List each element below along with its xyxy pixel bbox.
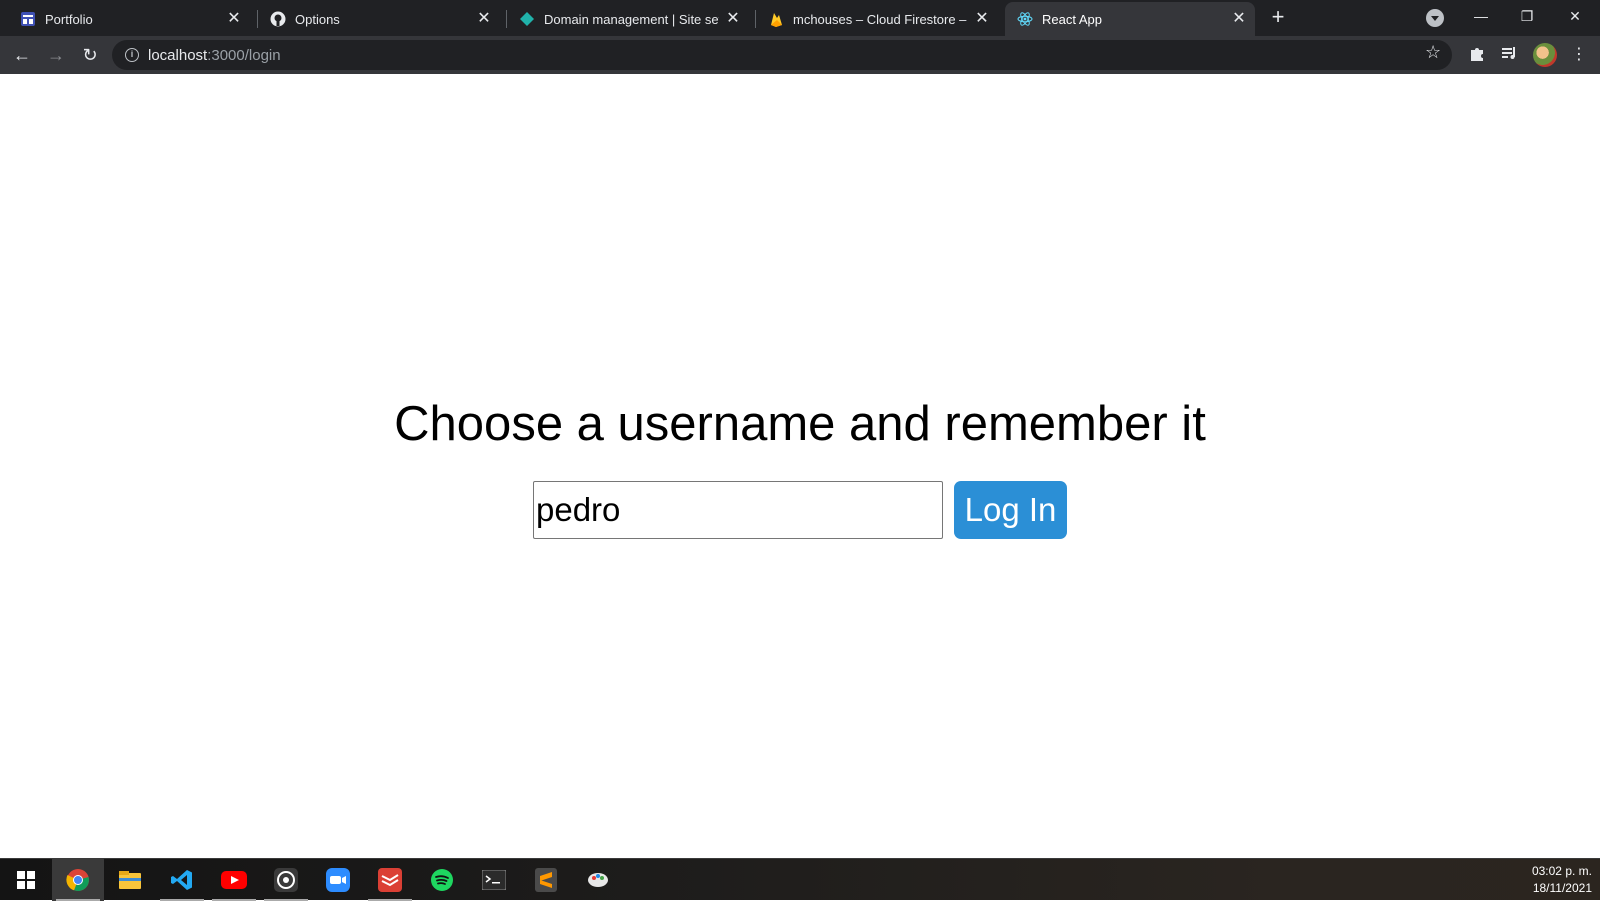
username-input[interactable] — [533, 481, 943, 539]
address-bar[interactable]: i localhost:3000/login — [112, 40, 1452, 70]
restore-button[interactable]: ❐ — [1504, 0, 1550, 32]
browser-toolbar: ← → ↻ i localhost:3000/login ☆ ⋮ — [0, 36, 1600, 74]
file-explorer-icon[interactable] — [104, 859, 156, 901]
close-window-button[interactable]: ✕ — [1552, 0, 1598, 32]
bookmark-star-icon[interactable]: ☆ — [1425, 42, 1441, 63]
page-heading: Choose a username and remember it — [394, 397, 1206, 451]
sublime-text-icon[interactable] — [520, 859, 572, 901]
tab-title: Domain management | Site settin — [544, 11, 719, 27]
vscode-icon[interactable] — [156, 859, 208, 901]
login-button[interactable]: Log In — [954, 481, 1067, 539]
close-tab-icon[interactable]: ✕ — [725, 11, 741, 27]
netlify-icon — [519, 11, 535, 27]
paint-icon[interactable] — [572, 859, 624, 901]
chrome-menu-icon[interactable]: ⋮ — [1568, 44, 1590, 66]
system-clock[interactable]: 03:02 p. m. 18/11/2021 — [1532, 863, 1592, 897]
back-icon[interactable]: ← — [8, 41, 36, 69]
windows-taskbar: 03:02 p. m. 18/11/2021 — [0, 858, 1600, 901]
extensions-icon[interactable] — [1466, 44, 1488, 66]
tab-title: Portfolio — [45, 11, 93, 27]
windows-start-icon[interactable] — [0, 859, 52, 901]
youtube-icon[interactable] — [208, 859, 260, 901]
tab-title: Options — [295, 11, 340, 27]
reload-icon[interactable]: ↻ — [76, 41, 104, 69]
new-tab-button[interactable]: + — [1267, 6, 1289, 29]
minimize-button[interactable]: — — [1458, 0, 1504, 32]
portfolio-icon — [20, 11, 36, 27]
tab-title: mchouses – Cloud Firestore – Fir — [793, 11, 968, 27]
chrome-icon[interactable] — [52, 859, 104, 901]
terminal-icon[interactable] — [468, 859, 520, 901]
close-tab-icon[interactable]: ✕ — [476, 11, 492, 27]
tab-react-app[interactable]: React App ✕ — [1005, 2, 1255, 36]
tab-portfolio[interactable]: Portfolio ✕ — [8, 2, 250, 36]
tab-domain-management[interactable]: Domain management | Site settin ✕ — [507, 2, 749, 36]
profile-avatar[interactable] — [1533, 43, 1557, 67]
close-tab-icon[interactable]: ✕ — [974, 11, 990, 27]
react-icon — [1017, 11, 1033, 27]
whatsapp-icon[interactable] — [260, 859, 312, 901]
close-tab-icon[interactable]: ✕ — [226, 11, 242, 27]
tab-strip: Portfolio ✕ Options ✕ Domain management … — [0, 0, 1600, 36]
firebase-icon — [768, 11, 784, 27]
zoom-icon[interactable] — [312, 859, 364, 901]
tab-options[interactable]: Options ✕ — [258, 2, 500, 36]
close-tab-icon[interactable]: ✕ — [1231, 11, 1247, 27]
forward-icon[interactable]: → — [42, 41, 70, 69]
todoist-icon[interactable] — [364, 859, 416, 901]
clock-time: 03:02 p. m. — [1531, 864, 1592, 878]
github-icon — [270, 11, 286, 27]
tab-title: React App — [1042, 11, 1102, 27]
media-control-icon[interactable] — [1498, 44, 1520, 66]
clock-date: 18/11/2021 — [1532, 881, 1592, 895]
site-info-icon[interactable]: i — [125, 48, 139, 62]
url-host: localhost — [148, 46, 208, 64]
tab-firestore[interactable]: mchouses – Cloud Firestore – Fir ✕ — [756, 2, 998, 36]
page-content: Choose a username and remember it Log In — [0, 74, 1600, 858]
login-form: Log In — [533, 481, 1067, 539]
spotify-icon[interactable] — [416, 859, 468, 901]
tab-search-icon[interactable] — [1426, 9, 1444, 27]
url-path: :3000/login — [207, 46, 281, 64]
